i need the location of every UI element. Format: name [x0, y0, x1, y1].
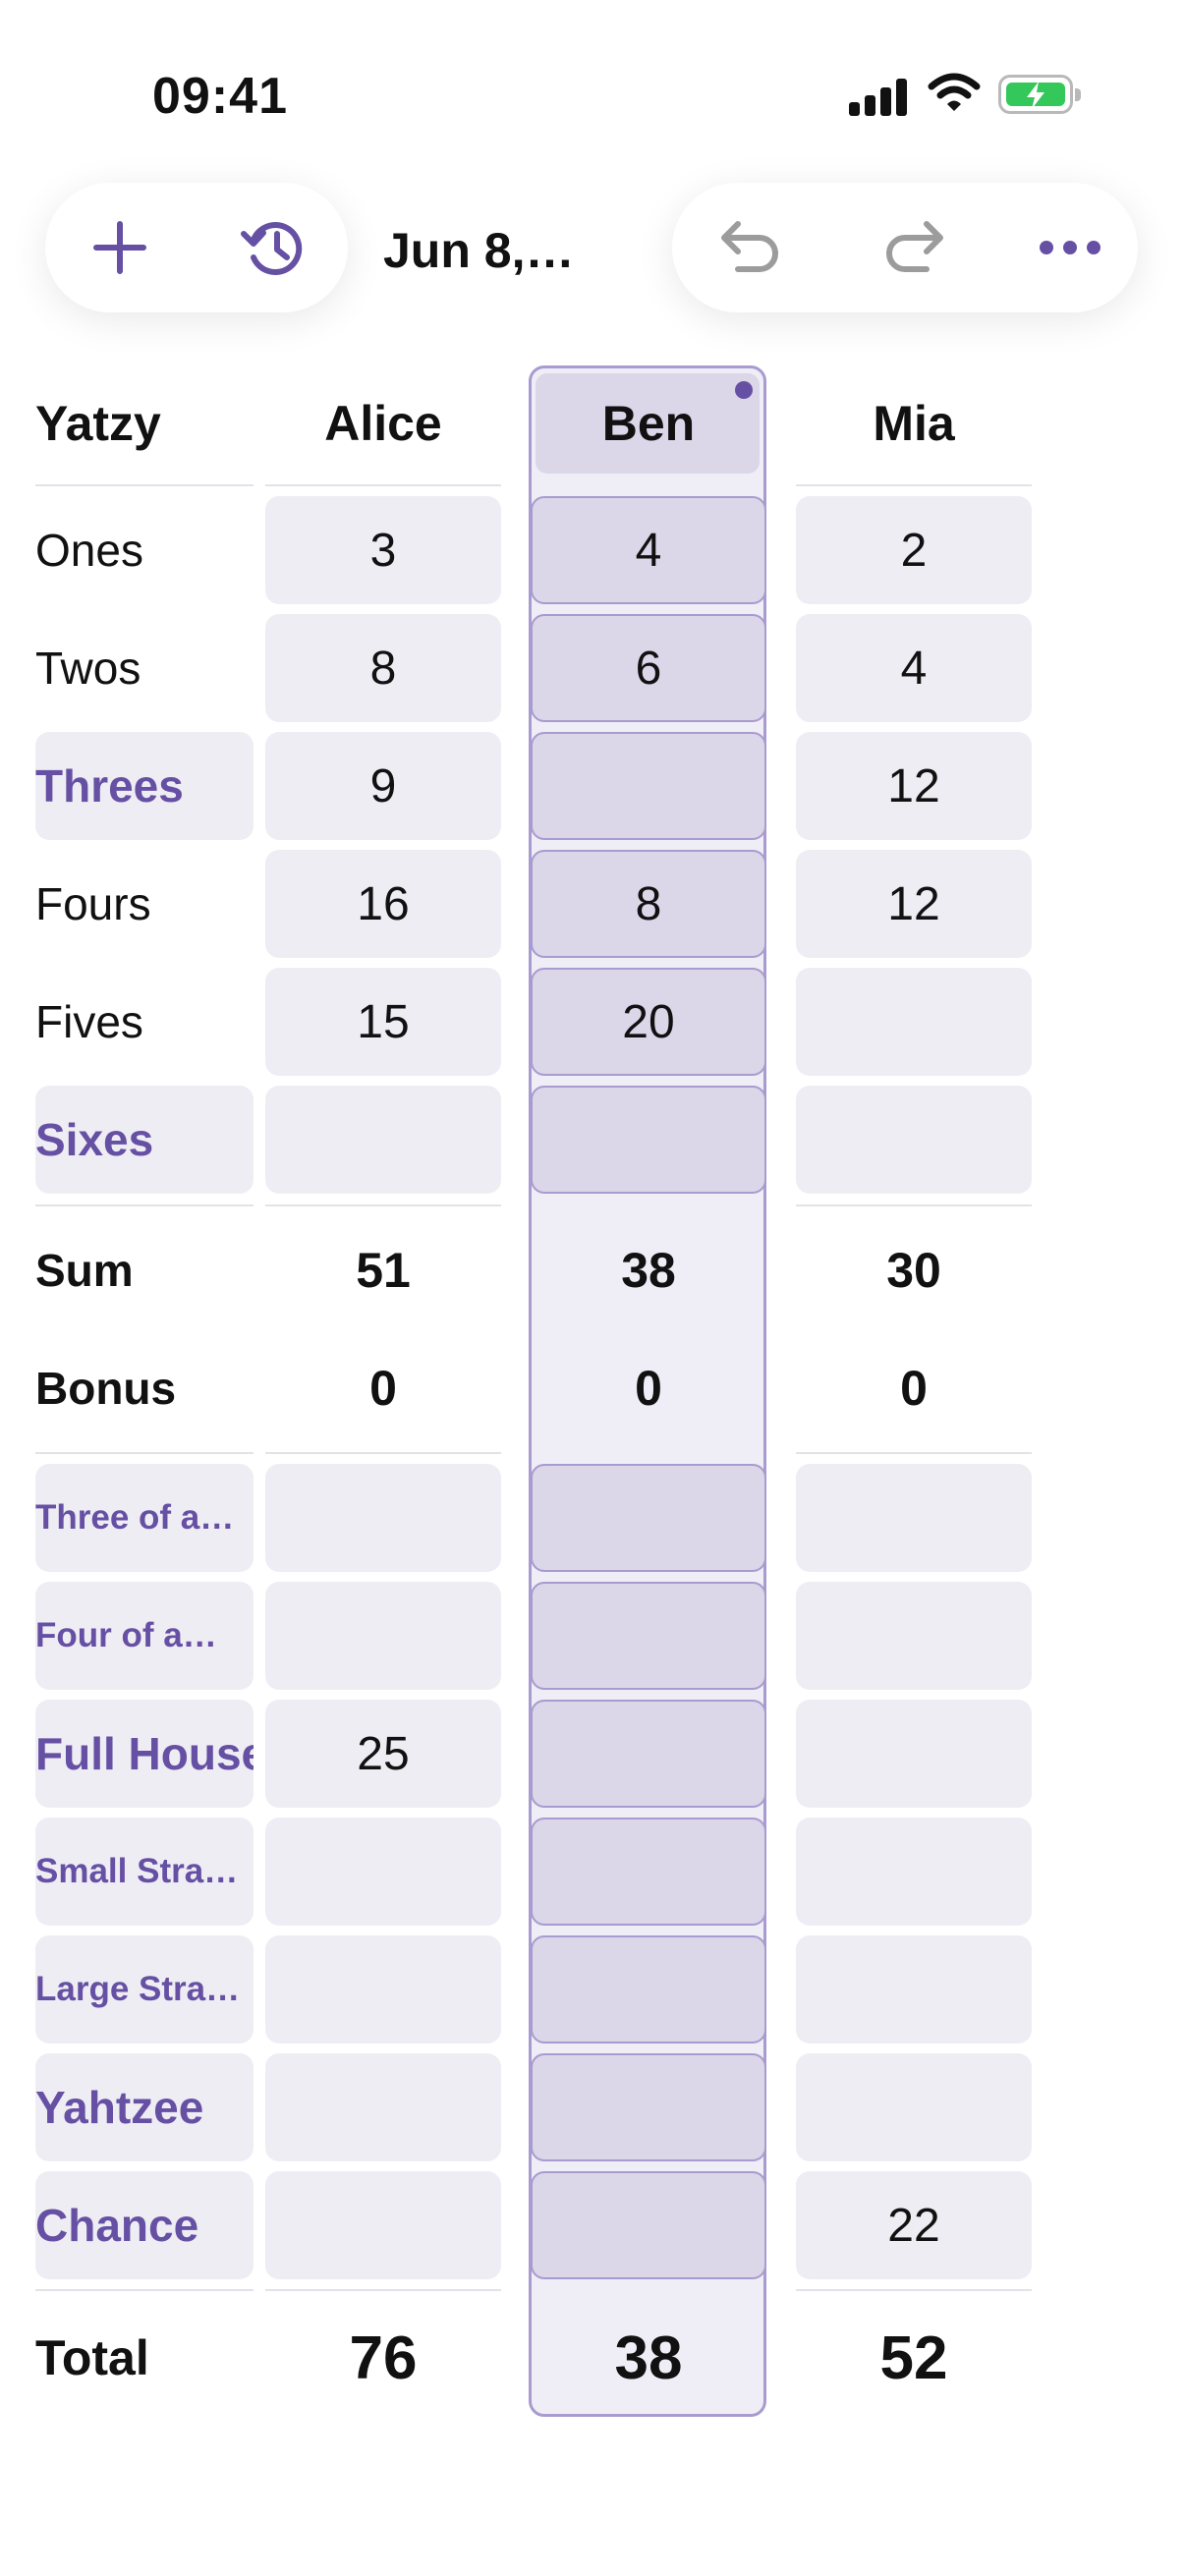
- sum-label: Sum: [35, 1245, 134, 1296]
- row-separator: [35, 2289, 254, 2291]
- undo-icon: [721, 221, 778, 272]
- score-cell-mia-small-stra[interactable]: [796, 1818, 1032, 1926]
- row-separator: [265, 1452, 501, 1454]
- row-separator: [35, 1204, 254, 1206]
- score-cell-alice-sixes[interactable]: [265, 1086, 501, 1194]
- score-cell-ben-fives[interactable]: 20: [531, 968, 766, 1076]
- category-label-four-of-a[interactable]: Four of a…: [35, 1582, 254, 1690]
- score-cell-mia-twos[interactable]: 4: [796, 614, 1032, 722]
- total-label: Total: [35, 2330, 149, 2385]
- score-cell-ben-threes[interactable]: [531, 732, 766, 840]
- row-separator: [265, 1204, 501, 1206]
- wifi-icon: [928, 73, 981, 119]
- plus-icon: [93, 221, 146, 274]
- category-label-large-stra[interactable]: Large Stra…: [35, 1935, 254, 2044]
- category-label-fives: Fives: [35, 996, 143, 1047]
- cellular-signal-icon: [849, 77, 908, 116]
- score-cell-mia-four-of-a[interactable]: [796, 1582, 1032, 1690]
- score-cell-mia-large-stra[interactable]: [796, 1935, 1032, 2044]
- category-label-three-of-a[interactable]: Three of a…: [35, 1464, 254, 1572]
- more-button[interactable]: [1016, 183, 1124, 312]
- ellipsis-icon: [1040, 241, 1100, 254]
- row-separator: [265, 2289, 501, 2291]
- score-cell-alice-twos[interactable]: 8: [265, 614, 501, 722]
- score-cell-mia-fours[interactable]: 12: [796, 850, 1032, 958]
- bonus-label: Bonus: [35, 1363, 177, 1414]
- category-label-threes[interactable]: Threes: [35, 732, 254, 840]
- score-cell-mia-ones[interactable]: 2: [796, 496, 1032, 604]
- redo-button[interactable]: [855, 183, 973, 312]
- score-cell-ben-large-stra[interactable]: [531, 1935, 766, 2044]
- history-button[interactable]: [218, 183, 328, 312]
- bonus-value-ben: 0: [635, 1361, 662, 1416]
- score-cell-ben-small-stra[interactable]: [531, 1818, 766, 1926]
- row-separator: [796, 1452, 1032, 1454]
- bonus-value-mia: 0: [900, 1361, 928, 1416]
- category-label-fours: Fours: [35, 878, 151, 929]
- sum-value-mia: 30: [886, 1243, 941, 1298]
- score-cell-alice-threes[interactable]: 9: [265, 732, 501, 840]
- status-time: 09:41: [152, 68, 288, 125]
- category-label-ones: Ones: [35, 525, 143, 576]
- category-label-twos: Twos: [35, 643, 141, 694]
- score-cell-ben-fours[interactable]: 8: [531, 850, 766, 958]
- score-cell-ben-three-of-a[interactable]: [531, 1464, 766, 1572]
- history-icon: [241, 222, 303, 275]
- player-header-ben[interactable]: Ben: [531, 373, 766, 474]
- score-cell-mia-chance[interactable]: 22: [796, 2171, 1032, 2279]
- score-cell-mia-yahtzee[interactable]: [796, 2053, 1032, 2161]
- category-label-small-stra[interactable]: Small Stra…: [35, 1818, 254, 1926]
- category-label-chance[interactable]: Chance: [35, 2171, 254, 2279]
- score-cell-ben-ones[interactable]: 4: [531, 496, 766, 604]
- row-separator: [796, 1204, 1032, 1206]
- score-cell-alice-full-house[interactable]: 25: [265, 1700, 501, 1808]
- score-cell-alice-yahtzee[interactable]: [265, 2053, 501, 2161]
- score-cell-alice-chance[interactable]: [265, 2171, 501, 2279]
- total-value-ben: 38: [614, 2324, 683, 2392]
- total-value-alice: 76: [349, 2324, 418, 2392]
- score-cell-mia-fives[interactable]: [796, 968, 1032, 1076]
- category-label-yahtzee[interactable]: Yahtzee: [35, 2053, 254, 2161]
- row-separator: [35, 1452, 254, 1454]
- bonus-value-alice: 0: [369, 1361, 397, 1416]
- score-cell-ben-sixes[interactable]: [531, 1086, 766, 1194]
- toolbar-right-group: [672, 183, 1138, 312]
- score-cell-mia-full-house[interactable]: [796, 1700, 1032, 1808]
- toolbar-left-group: [45, 183, 348, 312]
- score-cell-ben-four-of-a[interactable]: [531, 1582, 766, 1690]
- score-cell-mia-sixes[interactable]: [796, 1086, 1032, 1194]
- score-cell-alice-four-of-a[interactable]: [265, 1582, 501, 1690]
- row-separator: [796, 2289, 1032, 2291]
- score-cell-alice-small-stra[interactable]: [265, 1818, 501, 1926]
- game-name: Yatzy: [35, 396, 161, 451]
- score-cell-mia-threes[interactable]: 12: [796, 732, 1032, 840]
- sum-value-alice: 51: [356, 1243, 411, 1298]
- battery-icon: [998, 75, 1081, 114]
- category-label-sixes[interactable]: Sixes: [35, 1086, 254, 1194]
- total-value-mia: 52: [879, 2324, 948, 2392]
- category-label-full-house[interactable]: Full House: [35, 1700, 254, 1808]
- undo-button[interactable]: [692, 183, 810, 312]
- redo-icon: [886, 221, 943, 272]
- score-cell-alice-large-stra[interactable]: [265, 1935, 501, 2044]
- row-separator: [265, 484, 501, 486]
- score-cell-alice-fours[interactable]: 16: [265, 850, 501, 958]
- sum-value-ben: 38: [621, 1243, 676, 1298]
- score-cell-mia-three-of-a[interactable]: [796, 1464, 1032, 1572]
- player-header-mia[interactable]: Mia: [796, 373, 1032, 474]
- row-separator: [35, 484, 254, 486]
- game-date-title[interactable]: Jun 8,…: [383, 222, 574, 279]
- score-cell-alice-fives[interactable]: 15: [265, 968, 501, 1076]
- score-cell-ben-yahtzee[interactable]: [531, 2053, 766, 2161]
- player-header-alice[interactable]: Alice: [265, 373, 501, 474]
- score-cell-ben-twos[interactable]: 6: [531, 614, 766, 722]
- score-cell-alice-three-of-a[interactable]: [265, 1464, 501, 1572]
- score-cell-ben-full-house[interactable]: [531, 1700, 766, 1808]
- score-cell-alice-ones[interactable]: 3: [265, 496, 501, 604]
- score-cell-ben-chance[interactable]: [531, 2171, 766, 2279]
- add-button[interactable]: [65, 183, 175, 312]
- row-separator: [796, 484, 1032, 486]
